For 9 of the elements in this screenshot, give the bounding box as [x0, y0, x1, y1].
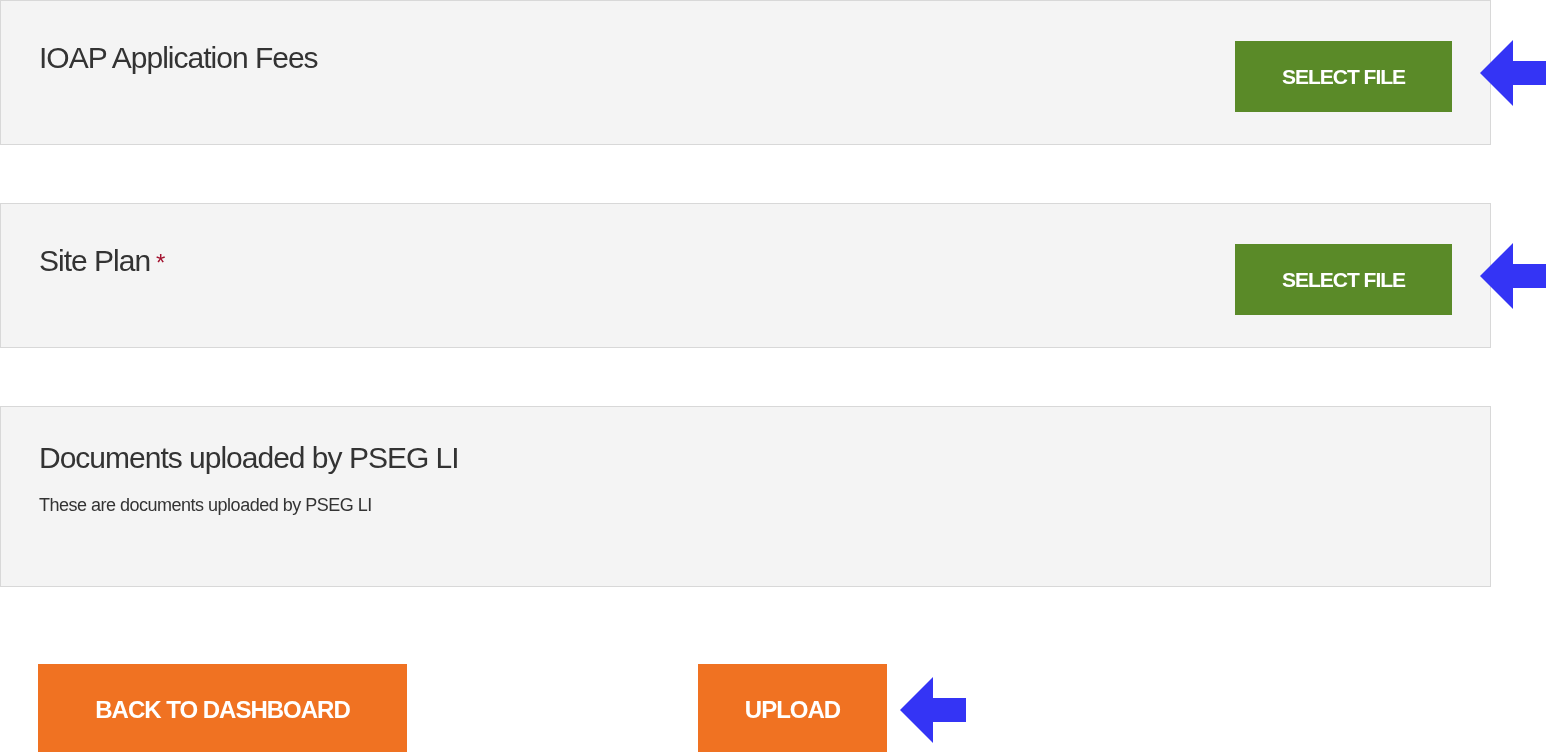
document-title: IOAP Application Fees	[39, 43, 318, 73]
back-button[interactable]: BACK TO DASHBOARD	[38, 664, 407, 752]
select-file-button[interactable]: SELECT FILE	[1235, 244, 1452, 315]
document-title: Site Plan	[39, 246, 151, 276]
required-mark: *	[156, 249, 166, 277]
select-file-button[interactable]: SELECT FILE	[1235, 41, 1452, 112]
document-title: Documents uploaded by PSEG LI	[39, 443, 459, 473]
upload-button[interactable]: UPLOAD	[698, 664, 887, 752]
document-description: These are documents uploaded by PSEG LI	[39, 495, 373, 516]
